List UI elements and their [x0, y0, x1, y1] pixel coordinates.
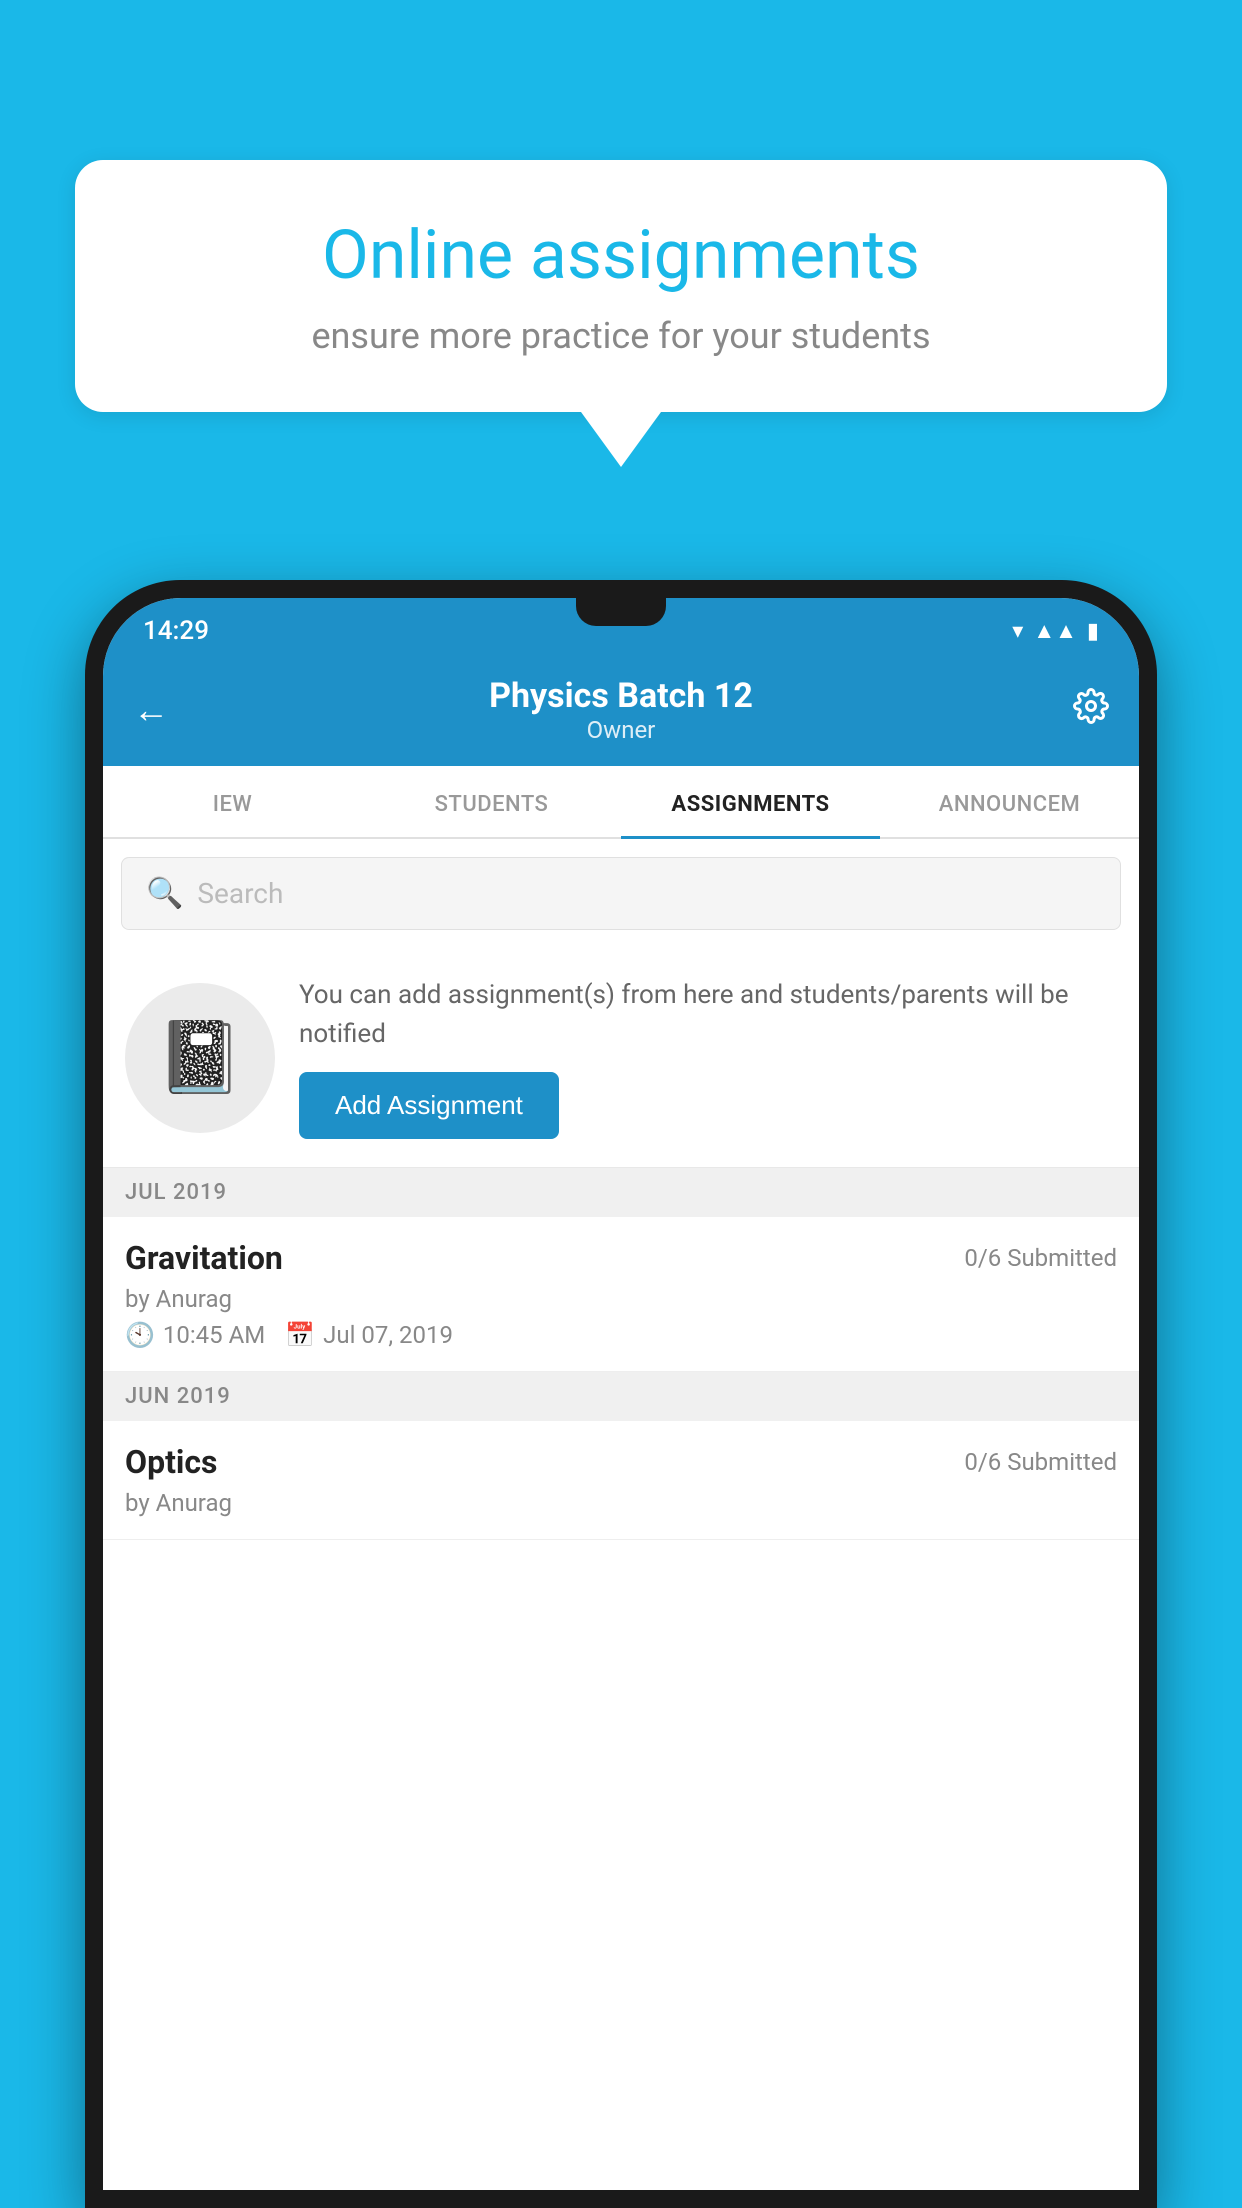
- status-icons: ▾ ▲▲ ▮: [1012, 618, 1099, 644]
- month-separator-jul: JUL 2019: [103, 1168, 1139, 1217]
- speech-bubble-container: Online assignments ensure more practice …: [75, 160, 1167, 467]
- month-separator-jun: JUN 2019: [103, 1372, 1139, 1421]
- assignments-list: JUL 2019 Gravitation 0/6 Submitted by An…: [103, 1168, 1139, 2190]
- speech-bubble-tail: [581, 412, 661, 467]
- assignment-status-optics: 0/6 Submitted: [964, 1448, 1117, 1476]
- back-button[interactable]: ←: [133, 689, 169, 731]
- app-header: ← Physics Batch 12 Owner: [103, 658, 1139, 766]
- header-center: Physics Batch 12 Owner: [489, 676, 753, 744]
- date-item-gravitation: 📅 Jul 07, 2019: [285, 1321, 453, 1349]
- phone-frame: 14:29 ▾ ▲▲ ▮ ← Physics Batch 12 Owner: [85, 580, 1157, 2208]
- assignment-title-optics: Optics: [125, 1443, 217, 1481]
- clock-icon: 🕙: [125, 1321, 155, 1349]
- assignment-title-gravitation: Gravitation: [125, 1239, 283, 1277]
- notch: [576, 598, 666, 626]
- settings-button[interactable]: [1073, 688, 1109, 733]
- tab-assignments[interactable]: ASSIGNMENTS: [621, 766, 880, 837]
- assignment-by-gravitation: by Anurag: [125, 1285, 1117, 1313]
- speech-bubble: Online assignments ensure more practice …: [75, 160, 1167, 412]
- speech-bubble-subtitle: ensure more practice for your students: [135, 315, 1107, 357]
- signal-icon: ▲▲: [1033, 618, 1077, 644]
- search-container: 🔍 Search: [103, 839, 1139, 948]
- tab-announcements[interactable]: ANNOUNCEM: [880, 766, 1139, 837]
- promo-section: 📓 You can add assignment(s) from here an…: [103, 948, 1139, 1168]
- tab-iew[interactable]: IEW: [103, 766, 362, 837]
- assignment-top-row-optics: Optics 0/6 Submitted: [125, 1443, 1117, 1481]
- search-icon: 🔍: [146, 876, 183, 911]
- add-assignment-button[interactable]: Add Assignment: [299, 1072, 559, 1139]
- time-item-gravitation: 🕙 10:45 AM: [125, 1321, 265, 1349]
- assignment-date-gravitation: Jul 07, 2019: [323, 1321, 453, 1349]
- speech-bubble-title: Online assignments: [135, 215, 1107, 295]
- assignment-top-row: Gravitation 0/6 Submitted: [125, 1239, 1117, 1277]
- header-title: Physics Batch 12: [489, 676, 753, 716]
- header-subtitle: Owner: [489, 716, 753, 744]
- assignment-item-gravitation[interactable]: Gravitation 0/6 Submitted by Anurag 🕙 10…: [103, 1217, 1139, 1372]
- calendar-icon: 📅: [285, 1321, 315, 1349]
- assignment-status-gravitation: 0/6 Submitted: [964, 1244, 1117, 1272]
- tab-students[interactable]: STUDENTS: [362, 766, 621, 837]
- search-placeholder: Search: [197, 877, 283, 910]
- promo-text: You can add assignment(s) from here and …: [299, 976, 1117, 1054]
- assignment-item-optics[interactable]: Optics 0/6 Submitted by Anurag: [103, 1421, 1139, 1540]
- promo-icon-circle: 📓: [125, 983, 275, 1133]
- tabs-bar: IEW STUDENTS ASSIGNMENTS ANNOUNCEM: [103, 766, 1139, 839]
- assignment-by-optics: by Anurag: [125, 1489, 1117, 1517]
- notebook-icon: 📓: [156, 1017, 243, 1099]
- wifi-icon: ▾: [1012, 619, 1023, 644]
- phone-screen: 14:29 ▾ ▲▲ ▮ ← Physics Batch 12 Owner: [103, 598, 1139, 2190]
- promo-content: You can add assignment(s) from here and …: [299, 976, 1117, 1139]
- status-time: 14:29: [143, 616, 209, 646]
- assignment-time-gravitation: 10:45 AM: [163, 1321, 265, 1349]
- battery-icon: ▮: [1087, 619, 1099, 644]
- assignment-time-row-gravitation: 🕙 10:45 AM 📅 Jul 07, 2019: [125, 1321, 1117, 1349]
- search-bar[interactable]: 🔍 Search: [121, 857, 1121, 930]
